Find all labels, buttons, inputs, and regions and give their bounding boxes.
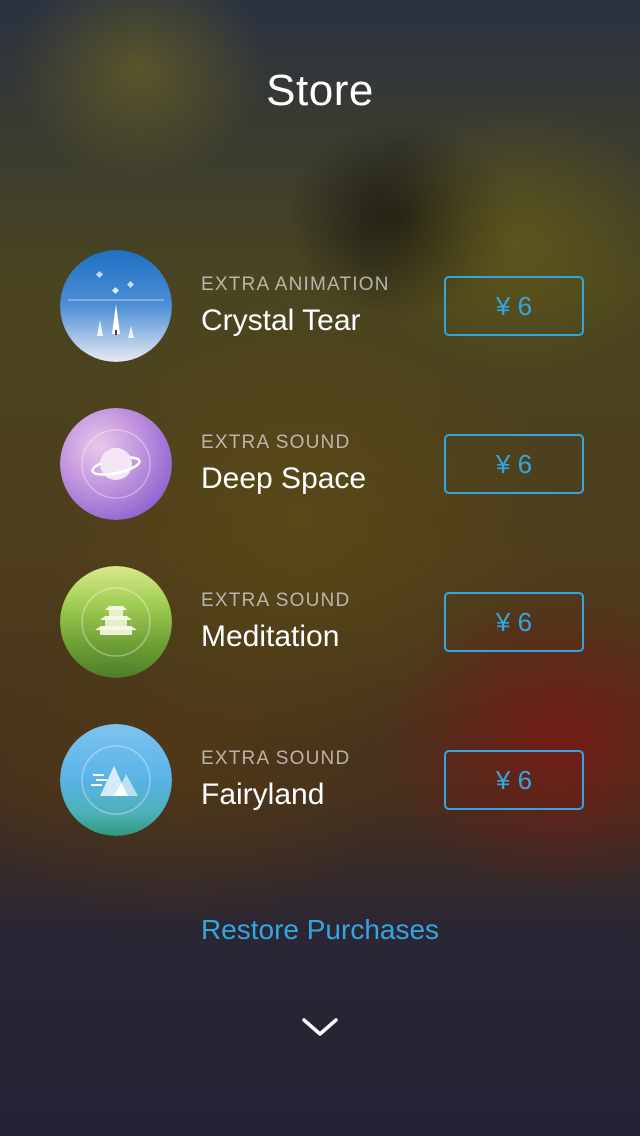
buy-meditation-button[interactable]: ¥ 6	[444, 592, 584, 652]
crystal-tear-icon	[60, 250, 172, 362]
item-category: EXTRA SOUND	[201, 432, 351, 453]
store-item-meditation: EXTRA SOUND Meditation ¥ 6	[60, 566, 584, 678]
mountains-icon	[60, 724, 172, 836]
item-category: EXTRA SOUND	[201, 590, 351, 611]
store-item-deep-space: EXTRA SOUND Deep Space ¥ 6	[60, 408, 584, 520]
buy-deep-space-button[interactable]: ¥ 6	[444, 434, 584, 494]
item-category: EXTRA SOUND	[201, 748, 351, 769]
restore-purchases-link[interactable]: Restore Purchases	[0, 914, 640, 946]
item-name: Crystal Tear	[201, 304, 361, 337]
buy-fairyland-button[interactable]: ¥ 6	[444, 750, 584, 810]
pagoda-icon	[60, 566, 172, 678]
page-title: Store	[266, 66, 374, 115]
item-category: EXTRA ANIMATION	[201, 274, 390, 295]
buy-crystal-tear-button[interactable]: ¥ 6	[444, 276, 584, 336]
store-item-fairyland: EXTRA SOUND Fairyland ¥ 6	[60, 724, 584, 836]
store-screen: Store EXTRA ANIMATION Crystal Tear ¥ 6 E…	[0, 0, 640, 1136]
item-name: Meditation	[201, 620, 340, 653]
planet-icon	[60, 408, 172, 520]
store-item-crystal-tear: EXTRA ANIMATION Crystal Tear ¥ 6	[60, 250, 584, 362]
item-name: Deep Space	[201, 462, 367, 495]
chevron-down-icon[interactable]	[300, 1012, 340, 1042]
item-name: Fairyland	[201, 778, 325, 811]
